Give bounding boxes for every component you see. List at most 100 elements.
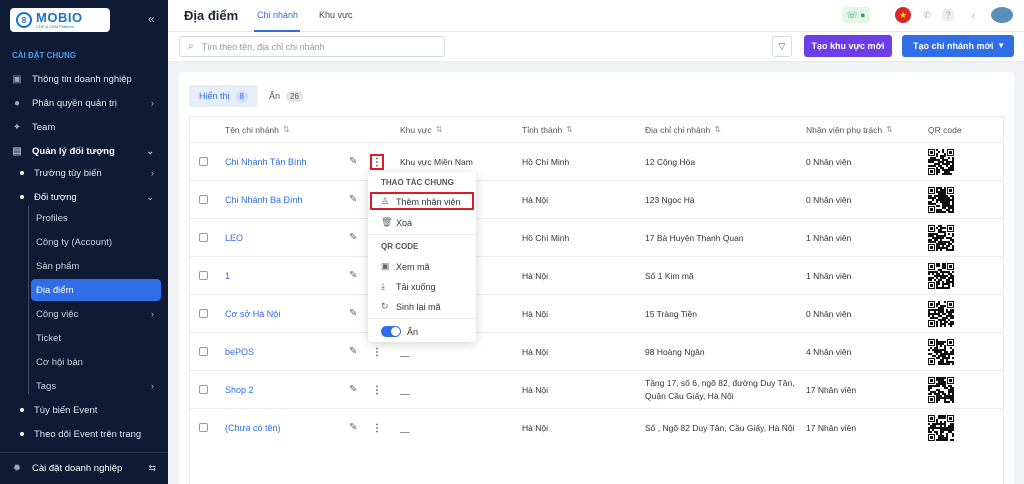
sidebar-item-tags[interactable]: Tags › — [0, 375, 168, 397]
qr-code-icon[interactable] — [928, 301, 954, 327]
branch-name-link[interactable]: Chi Nhánh Tân Bình — [225, 143, 345, 181]
sidebar-item-team[interactable]: ✦ Team — [0, 116, 168, 138]
menu-item-regenerate[interactable]: ↻ Sinh lại mã — [381, 301, 441, 312]
logo[interactable]: 8 MOBIO CDP & CEM Platform — [10, 8, 110, 32]
menu-item-view-code[interactable]: ▣ Xem mã — [381, 261, 430, 272]
avatar[interactable] — [991, 7, 1013, 23]
staff-cell: 0 Nhân viên — [806, 308, 852, 319]
column-header-address[interactable]: Địa chỉ chi nhánh ⇅ — [645, 117, 721, 142]
qr-code-icon[interactable] — [928, 225, 954, 251]
sidebar-item-track-event[interactable]: Theo dõi Event trên trang — [0, 423, 168, 445]
sidebar-item-object-management[interactable]: ▤ Quản lý đối tượng ⌄ — [0, 140, 168, 162]
edit-icon[interactable]: ✎ — [349, 232, 357, 243]
row-checkbox[interactable] — [199, 233, 208, 242]
menu-item-add-staff[interactable]: ♙ Thêm nhân viên — [381, 196, 461, 207]
qr-code-icon[interactable] — [928, 149, 954, 175]
row-checkbox[interactable] — [199, 195, 208, 204]
sort-icon[interactable]: ⇅ — [436, 125, 443, 134]
branch-name-link[interactable]: bePOS — [225, 333, 345, 371]
vietnam-flag-icon[interactable]: ★ — [895, 7, 911, 23]
edit-icon[interactable]: ✎ — [349, 156, 357, 167]
qr-code-icon[interactable] — [928, 263, 954, 289]
create-branch-button[interactable]: Tạo chi nhánh mới ▼ — [902, 35, 1014, 57]
switch-icon[interactable]: ⇆ — [148, 463, 156, 474]
row-checkbox[interactable] — [199, 271, 208, 280]
menu-item-label: Xem mã — [396, 261, 430, 272]
row-checkbox[interactable] — [199, 385, 208, 394]
sidebar-item-products[interactable]: Sản phẩm — [0, 255, 168, 277]
row-checkbox[interactable] — [199, 157, 208, 166]
edit-icon[interactable]: ✎ — [349, 194, 357, 205]
logo-name: MOBIO — [36, 10, 83, 25]
column-header-name[interactable]: Tên chi nhánh ⇅ — [225, 117, 290, 142]
edit-icon[interactable]: ✎ — [349, 384, 357, 395]
sidebar-item-company-info[interactable]: ▣ Thông tin doanh nghiệp — [0, 68, 168, 90]
table-row[interactable]: (Chưa có tên) ✎ ⋮ __ Hà Nội Số , Ngõ 82 Duy T… — [190, 408, 1003, 446]
row-checkbox[interactable] — [199, 423, 208, 432]
filter-shown-tab[interactable]: Hiển thị 8 — [189, 85, 258, 107]
edit-icon[interactable]: ✎ — [349, 270, 357, 281]
call-status-icon[interactable]: ☏ ● — [842, 7, 870, 23]
sort-icon[interactable]: ⇅ — [566, 125, 573, 134]
edit-icon[interactable]: ✎ — [349, 346, 357, 357]
more-options-icon[interactable]: ⋮ — [371, 345, 383, 359]
sort-icon[interactable]: ⇅ — [886, 125, 893, 134]
filter-button[interactable]: ▽ — [772, 36, 792, 57]
qr-code-icon[interactable] — [928, 339, 954, 365]
branch-name-link[interactable]: Chi Nhánh Ba Đình — [225, 181, 345, 219]
sidebar-item-tasks[interactable]: Công việc › — [0, 303, 168, 325]
sort-icon[interactable]: ⇅ — [714, 125, 721, 134]
table-row[interactable]: bePOS ✎ ⋮ __ Hà Nội 98 Hoàng Ngân 4 Nhân viên — [190, 332, 1003, 370]
sidebar-item-locations[interactable]: Địa điểm — [31, 279, 161, 301]
sidebar-item-objects[interactable]: Đối tượng ⌄ — [0, 186, 168, 208]
sidebar-item-account[interactable]: Công ty (Account) — [0, 231, 168, 253]
menu-item-delete[interactable]: 🗑 Xoá — [381, 217, 412, 228]
qr-code-icon[interactable] — [928, 377, 954, 403]
sidebar-item-custom-fields[interactable]: Trường tùy biến › — [0, 162, 168, 184]
sidebar-item-opportunities[interactable]: Cơ hội bán — [0, 351, 168, 373]
column-header-staff[interactable]: Nhân viên phụ trách ⇅ — [806, 117, 893, 142]
table-row[interactable]: Chi Nhánh Tân Bình ✎ ⋮ Khu vực Miền Nam Hồ C… — [190, 142, 1003, 180]
sidebar-footer-settings[interactable]: ✹ Cài đặt doanh nghiệp ⇆ — [0, 456, 168, 480]
edit-icon[interactable]: ✎ — [349, 422, 357, 433]
table-row[interactable]: 1✎⋮Hà NộiSố 1 Kim mã1 Nhân viên — [190, 256, 1003, 294]
table-row[interactable]: LEO✎⋮Hồ Chí Minh17 Bà Huyện Thanh Quan1 … — [190, 218, 1003, 256]
tab-regions[interactable]: Khu vực — [319, 10, 353, 20]
more-options-icon[interactable]: ⋮ — [370, 154, 384, 170]
row-checkbox[interactable] — [199, 347, 208, 356]
row-checkbox[interactable] — [199, 309, 208, 318]
bell-icon[interactable]: ♪ — [965, 7, 981, 23]
more-options-icon[interactable]: ⋮ — [371, 383, 383, 397]
help-icon[interactable]: ? — [942, 9, 954, 21]
branch-name-link[interactable]: Shop 2 — [225, 371, 345, 409]
sidebar-item-profiles[interactable]: Profiles — [0, 207, 168, 229]
qr-code-icon[interactable] — [928, 187, 954, 213]
sidebar-item-label: Theo dõi Event trên trang — [34, 428, 142, 440]
menu-item-hide-toggle[interactable]: Ẩn — [381, 326, 418, 337]
branch-name-link[interactable]: LEO — [225, 219, 345, 257]
more-options-icon[interactable]: ⋮ — [371, 421, 383, 435]
create-region-button[interactable]: Tạo khu vực mới — [804, 35, 892, 57]
menu-item-download[interactable]: ⤓ Tải xuống — [381, 281, 436, 292]
column-header-region[interactable]: Khu vực ⇅ — [400, 117, 442, 142]
menu-item-label: Tải xuống — [396, 281, 436, 292]
hide-toggle-switch[interactable] — [381, 326, 401, 337]
phone-icon[interactable]: ✆ — [919, 7, 935, 23]
filter-hidden-tab[interactable]: Ẩn 26 — [259, 85, 313, 107]
table-row[interactable]: Cơ sở Hà Nội✎⋮Hà Nội15 Tràng Tiền0 Nhân … — [190, 294, 1003, 332]
sidebar-item-custom-event[interactable]: Tùy biến Event — [0, 399, 168, 421]
sidebar-item-ticket[interactable]: Ticket — [0, 327, 168, 349]
branch-name-link[interactable]: Cơ sở Hà Nội — [225, 295, 345, 333]
sidebar-item-permissions[interactable]: ● Phân quyền quản trị › — [0, 92, 168, 114]
collapse-sidebar-icon[interactable]: « — [148, 12, 155, 26]
search-input[interactable]: ⌕ Tìm theo tên, địa chỉ chi nhánh — [179, 36, 445, 57]
table-row[interactable]: Shop 2 ✎ ⋮ __ Hà Nội Tầng 17, số 6, ngõ 82, đ… — [190, 370, 1003, 408]
column-header-province[interactable]: Tỉnh thành ⇅ — [522, 117, 573, 142]
edit-icon[interactable]: ✎ — [349, 308, 357, 319]
tab-branches[interactable]: Chi nhánh — [257, 10, 298, 20]
branch-name-link[interactable]: (Chưa có tên) — [225, 409, 345, 447]
qr-code-icon[interactable] — [928, 415, 954, 441]
sort-icon[interactable]: ⇅ — [283, 125, 290, 134]
branch-name-link[interactable]: 1 — [225, 257, 345, 295]
table-row[interactable]: Chi Nhánh Ba Đình✎⋮Hà Nội123 Ngọc Hà0 Nh… — [190, 180, 1003, 218]
